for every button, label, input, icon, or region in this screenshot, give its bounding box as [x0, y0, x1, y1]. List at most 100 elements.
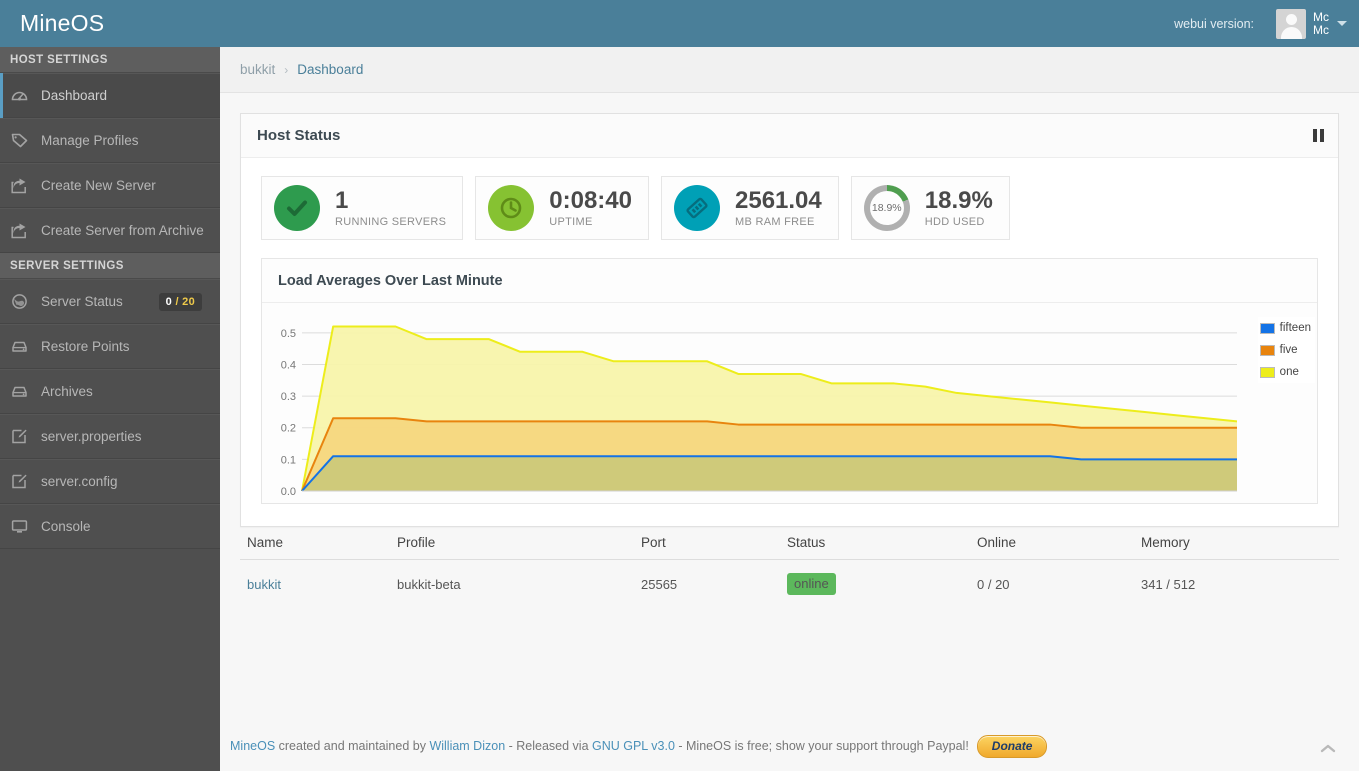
footer-link-author[interactable]: William Dizon	[429, 739, 505, 753]
sidebar-item-create-server-from-archive[interactable]: Create Server from Archive	[0, 208, 220, 253]
drive-icon	[11, 383, 28, 400]
chevron-up-icon[interactable]	[1317, 739, 1339, 757]
user-menu[interactable]: Mc Mc	[1276, 8, 1347, 39]
legend-item-one[interactable]: one	[1258, 361, 1315, 383]
host-status-panel: Host Status 1 RUNNING SERVERS 0:08:40 UPTIM…	[240, 113, 1339, 527]
webui-version-label: webui version:	[1174, 16, 1254, 31]
server-name-link[interactable]: bukkit	[240, 577, 397, 592]
stat-value: 18.9%	[924, 187, 993, 214]
load-average-area-chart: 0.0 0.1 0.2 0.3 0.4 0.5	[281, 325, 1237, 498]
sidebar-item-dashboard[interactable]: Dashboard	[0, 73, 220, 118]
server-memory: 341 / 512	[1141, 576, 1196, 592]
edit-icon	[11, 428, 28, 445]
stat-card-uptime: 0:08:40 UPTIME	[475, 176, 649, 240]
stat-card-mb-ram-free: 2561.04 MB RAM FREE	[661, 176, 839, 240]
pause-icon[interactable]	[1313, 129, 1324, 142]
footer: MineOS created and maintained by William…	[220, 721, 1359, 771]
svg-text:0.1: 0.1	[281, 454, 296, 466]
topbar-right-group: webui version: Mc Mc	[1174, 0, 1359, 47]
breadcrumb: bukkit › Dashboard	[220, 47, 1359, 93]
edit-icon	[11, 473, 28, 490]
sidebar-item-server-status[interactable]: Server Status 0 / 20	[0, 279, 220, 324]
breadcrumb-current[interactable]: Dashboard	[297, 62, 363, 77]
sidebar-item-server-properties[interactable]: server.properties	[0, 414, 220, 459]
footer-link-license[interactable]: GNU GPL v3.0	[592, 739, 675, 753]
sidebar-item-server-config[interactable]: server.config	[0, 459, 220, 504]
stat-value: 1	[335, 187, 349, 214]
globe-icon	[11, 293, 28, 310]
legend-swatch-icon	[1259, 366, 1275, 378]
stat-value: 0:08:40	[549, 187, 632, 214]
main-content: bukkit › Dashboard Host Status 1 RUNNING …	[220, 47, 1359, 771]
sidebar-item-label: Archives	[41, 384, 93, 399]
svg-text:0.4: 0.4	[281, 359, 296, 371]
server-online-count: 0 / 20	[977, 576, 1010, 592]
app-brand[interactable]: MineOS	[0, 10, 220, 37]
sidebar-item-label: Server Status	[41, 294, 123, 309]
chart-title: Load Averages Over Last Minute	[278, 272, 503, 289]
chevron-down-icon[interactable]	[1337, 21, 1347, 26]
sidebar-item-restore-points[interactable]: Restore Points	[0, 324, 220, 369]
table-column-header: Online	[977, 535, 1017, 550]
donut-label: 18.9%	[869, 191, 904, 225]
clock-icon	[488, 185, 535, 231]
legend-swatch-icon	[1259, 322, 1275, 334]
chart-header: Load Averages Over Last Minute	[262, 259, 1317, 303]
table-column-header: Profile	[397, 535, 436, 550]
breadcrumb-separator-icon: ›	[284, 62, 289, 77]
status-badge: 0 / 20	[158, 292, 202, 311]
stat-label: HDD USED	[924, 216, 985, 228]
legend-label: five	[1279, 344, 1298, 356]
sidebar-item-manage-profiles[interactable]: Manage Profiles	[0, 118, 220, 163]
table-column-header: Memory	[1141, 535, 1190, 550]
footer-text-2: - Released via	[505, 739, 592, 753]
server-status-cell: online	[787, 573, 977, 595]
table-column-header: Status	[787, 535, 826, 550]
breadcrumb-parent[interactable]: bukkit	[240, 62, 275, 77]
stat-value: 2561.04	[735, 187, 822, 214]
sidebar-item-console[interactable]: Console	[0, 504, 220, 549]
memory-icon	[674, 185, 720, 231]
stat-label: RUNNING SERVERS	[335, 216, 447, 228]
sidebar-item-create-new-server[interactable]: Create New Server	[0, 163, 220, 208]
stat-card-row: 1 RUNNING SERVERS 0:08:40 UPTIME 2561.04 MB R…	[241, 158, 1338, 248]
chart-legend: fifteen five one	[1257, 317, 1315, 383]
sidebar-item-label: Create New Server	[41, 178, 156, 193]
donut-icon: 18.9%	[863, 185, 910, 231]
host-status-header: Host Status	[241, 114, 1338, 158]
share-icon	[11, 177, 28, 194]
status-badge: online	[787, 573, 836, 595]
servers-table: Name Profile Port Status Online Memory bukkit…	[240, 527, 1339, 608]
svg-text:0.5: 0.5	[281, 328, 296, 340]
sidebar: HOST SETTINGS Dashboard Manage Profiles Cre…	[0, 47, 220, 771]
stat-label: MB RAM FREE	[735, 216, 815, 228]
sidebar-item-label: server.properties	[41, 429, 142, 444]
monitor-icon	[11, 518, 28, 535]
tag-icon	[11, 132, 28, 149]
svg-text:0.3: 0.3	[281, 391, 296, 403]
donate-button[interactable]: Donate	[976, 734, 1048, 758]
sidebar-item-label: Dashboard	[41, 88, 108, 103]
server-port: 25565	[641, 576, 678, 592]
drive-icon	[11, 338, 28, 355]
server-profile: bukkit-beta	[397, 576, 461, 592]
sidebar-section-title: HOST SETTINGS	[0, 47, 220, 73]
load-average-chart-card: Load Averages Over Last Minute 0.0 0.1 0.2…	[261, 258, 1318, 504]
sidebar-item-archives[interactable]: Archives	[0, 369, 220, 414]
legend-item-five[interactable]: five	[1258, 339, 1315, 361]
legend-item-fifteen[interactable]: fifteen	[1258, 317, 1315, 339]
sidebar-item-label: Create Server from Archive	[41, 223, 204, 238]
sidebar-item-label: Console	[41, 519, 91, 534]
table-header-row: Name Profile Port Status Online Memory	[240, 527, 1339, 560]
page-title: Host Status	[257, 127, 341, 144]
stat-card-running-servers: 1 RUNNING SERVERS	[261, 176, 464, 240]
footer-text-3: - MineOS is free; show your support thro…	[674, 739, 969, 753]
footer-link-mineos[interactable]: MineOS	[230, 739, 275, 753]
sidebar-item-label: Restore Points	[41, 339, 130, 354]
sidebar-item-label: server.config	[41, 474, 118, 489]
legend-label: fifteen	[1279, 322, 1311, 334]
sidebar-item-label: Manage Profiles	[41, 133, 139, 148]
stat-card-hdd-used: 18.9% 18.9% HDD USED	[850, 176, 1010, 240]
table-column-header: Name	[247, 535, 284, 550]
dashboard-icon	[11, 87, 28, 104]
